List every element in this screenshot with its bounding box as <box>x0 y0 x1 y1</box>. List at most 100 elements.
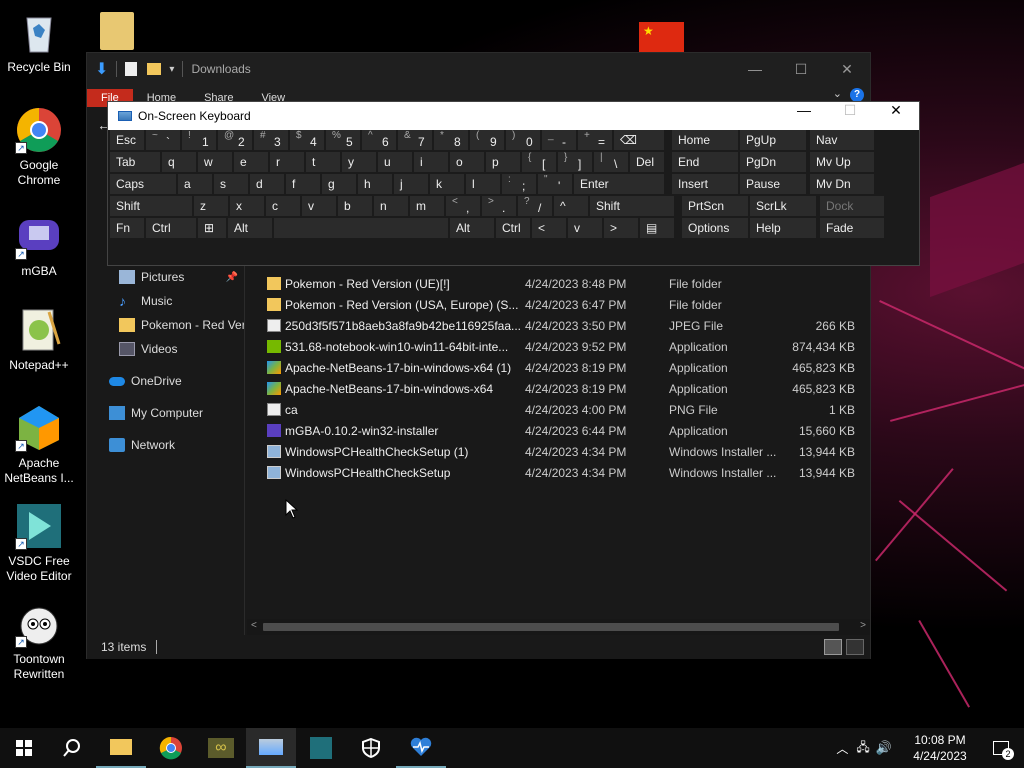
key-space[interactable]: }] <box>558 152 592 172</box>
taskbar-chrome[interactable] <box>146 728 196 768</box>
key-1[interactable]: ! 1 <box>182 130 216 150</box>
key-fade[interactable]: Fade <box>820 218 884 238</box>
key-space[interactable]: | \ <box>594 152 628 172</box>
download-arrow-icon[interactable]: ⬇ <box>95 59 108 79</box>
folder-icon[interactable] <box>100 12 134 50</box>
file-row[interactable]: WindowsPCHealthCheckSetup (1) 4/24/2023 … <box>257 441 857 462</box>
desktop-icon-mgba[interactable]: ↗ mGBA <box>1 212 77 279</box>
horizontal-scrollbar[interactable]: < > <box>247 619 870 635</box>
key-f[interactable]: f <box>286 174 320 194</box>
key-j[interactable]: j <box>394 174 428 194</box>
desktop-icon-recycle-bin[interactable]: Recycle Bin <box>1 8 77 75</box>
minimize-button[interactable]: — <box>781 102 827 130</box>
key-a[interactable]: a <box>178 174 212 194</box>
key-space[interactable] <box>274 218 448 238</box>
maximize-button[interactable]: ☐ <box>827 102 873 130</box>
desktop-icon-toontown[interactable]: ↗ Toontown Rewritten <box>1 600 77 682</box>
volume-icon[interactable]: 🔊 <box>876 740 892 756</box>
key-prtscn[interactable]: PrtScn <box>682 196 748 216</box>
scroll-right-icon[interactable]: > <box>860 620 866 631</box>
key-space[interactable]: ⊞ <box>198 218 226 238</box>
large-icons-view-icon[interactable] <box>846 639 864 655</box>
key-space[interactable]: ⌫ <box>614 130 664 150</box>
nav-item-my-computer[interactable]: My Computer <box>87 401 244 425</box>
taskbar-vsdc[interactable] <box>296 728 346 768</box>
key-8[interactable]: * 8 <box>434 130 468 150</box>
key-enter[interactable]: Enter <box>574 174 664 194</box>
key-pause[interactable]: Pause <box>740 174 806 194</box>
nav-item-pictures[interactable]: Pictures 📌 <box>87 265 244 289</box>
key-n[interactable]: n <box>374 196 408 216</box>
explorer-titlebar[interactable]: ⬇ ▾ Downloads — ☐ ✕ <box>87 53 870 85</box>
key-9[interactable]: (9 <box>470 130 504 150</box>
nav-item-videos[interactable]: Videos <box>87 337 244 361</box>
key-space[interactable]: ▤ <box>640 218 674 238</box>
key-i[interactable]: i <box>414 152 448 172</box>
nav-item-music[interactable]: ♪ Music <box>87 289 244 313</box>
key-r[interactable]: r <box>270 152 304 172</box>
scrollbar-thumb[interactable] <box>263 623 839 631</box>
minimize-button[interactable]: — <box>732 53 778 85</box>
key-ctrl[interactable]: Ctrl <box>496 218 530 238</box>
taskbar-osk[interactable] <box>246 728 296 768</box>
key-space[interactable]: < <box>532 218 566 238</box>
taskbar-infinity-app[interactable]: ∞ <box>196 728 246 768</box>
key-mvup[interactable]: Mv Up <box>810 152 874 172</box>
key-scrlk[interactable]: ScrLk <box>750 196 816 216</box>
key-del[interactable]: Del <box>630 152 664 172</box>
key-u[interactable]: u <box>378 152 412 172</box>
key-x[interactable]: x <box>230 196 264 216</box>
new-folder-icon[interactable] <box>147 63 162 75</box>
key-s[interactable]: s <box>214 174 248 194</box>
key-7[interactable]: & 7 <box>398 130 432 150</box>
key-space[interactable]: + = <box>578 130 612 150</box>
key-k[interactable]: k <box>430 174 464 194</box>
details-view-icon[interactable] <box>824 639 842 655</box>
key-v[interactable]: v <box>302 196 336 216</box>
close-button[interactable]: ✕ <box>824 53 870 85</box>
key-b[interactable]: b <box>338 196 372 216</box>
taskbar-health[interactable] <box>396 728 446 768</box>
maximize-button[interactable]: ☐ <box>778 53 824 85</box>
key-p[interactable]: p <box>486 152 520 172</box>
key-3[interactable]: #3 <box>254 130 288 150</box>
key-v[interactable]: v <box>568 218 602 238</box>
search-button[interactable] <box>48 728 96 768</box>
close-button[interactable]: ✕ <box>873 102 919 130</box>
key-space[interactable]: ? / <box>518 196 552 216</box>
clock[interactable]: 10:08 PM 4/24/2023 <box>902 732 978 764</box>
desktop-icon-notepadpp[interactable]: Notepad++ <box>1 306 77 373</box>
key-6[interactable]: ^ 6 <box>362 130 396 150</box>
key-space[interactable]: > <box>604 218 638 238</box>
file-row[interactable]: Pokemon - Red Version (UE)[!] 4/24/2023 … <box>257 273 857 294</box>
key-2[interactable]: @2 <box>218 130 252 150</box>
properties-icon[interactable] <box>125 62 138 76</box>
key-options[interactable]: Options <box>682 218 748 238</box>
key-h[interactable]: h <box>358 174 392 194</box>
key-nav[interactable]: Nav <box>810 130 874 150</box>
key-dock[interactable]: Dock <box>820 196 884 216</box>
key-alt[interactable]: Alt <box>228 218 272 238</box>
ribbon-expand-icon[interactable]: ⌄ <box>833 87 842 100</box>
nav-item-network[interactable]: Network <box>87 433 244 457</box>
nav-item-onedrive[interactable]: OneDrive <box>87 369 244 393</box>
key-insert[interactable]: Insert <box>672 174 738 194</box>
help-icon[interactable]: ? <box>850 88 864 102</box>
key-ctrl[interactable]: Ctrl <box>146 218 196 238</box>
customize-dropdown-icon[interactable]: ▾ <box>169 64 174 75</box>
file-row[interactable]: 531.68-notebook-win10-win11-64bit-inte..… <box>257 336 857 357</box>
file-row[interactable]: Apache-NetBeans-17-bin-windows-x64 (1) 4… <box>257 357 857 378</box>
key-space[interactable]: <, <box>446 196 480 216</box>
key-space[interactable]: ^ <box>554 196 588 216</box>
on-screen-keyboard-window[interactable]: On-Screen Keyboard — ☐ ✕ Esc ~ `! 1 @2 #3 $4% 5… <box>107 101 920 266</box>
key-0[interactable]: ) 0 <box>506 130 540 150</box>
desktop-icon-chrome[interactable]: ↗ Google Chrome <box>1 106 77 188</box>
file-row[interactable]: Pokemon - Red Version (USA, Europe) (S..… <box>257 294 857 315</box>
key-help[interactable]: Help <box>750 218 816 238</box>
key-g[interactable]: g <box>322 174 356 194</box>
scroll-left-icon[interactable]: < <box>251 620 257 631</box>
key-y[interactable]: y <box>342 152 376 172</box>
key-q[interactable]: q <box>162 152 196 172</box>
pin-icon[interactable]: 📌 <box>226 272 238 283</box>
file-row[interactable]: 250d3f5f571b8aeb3a8fa9b42be116925faa... … <box>257 315 857 336</box>
